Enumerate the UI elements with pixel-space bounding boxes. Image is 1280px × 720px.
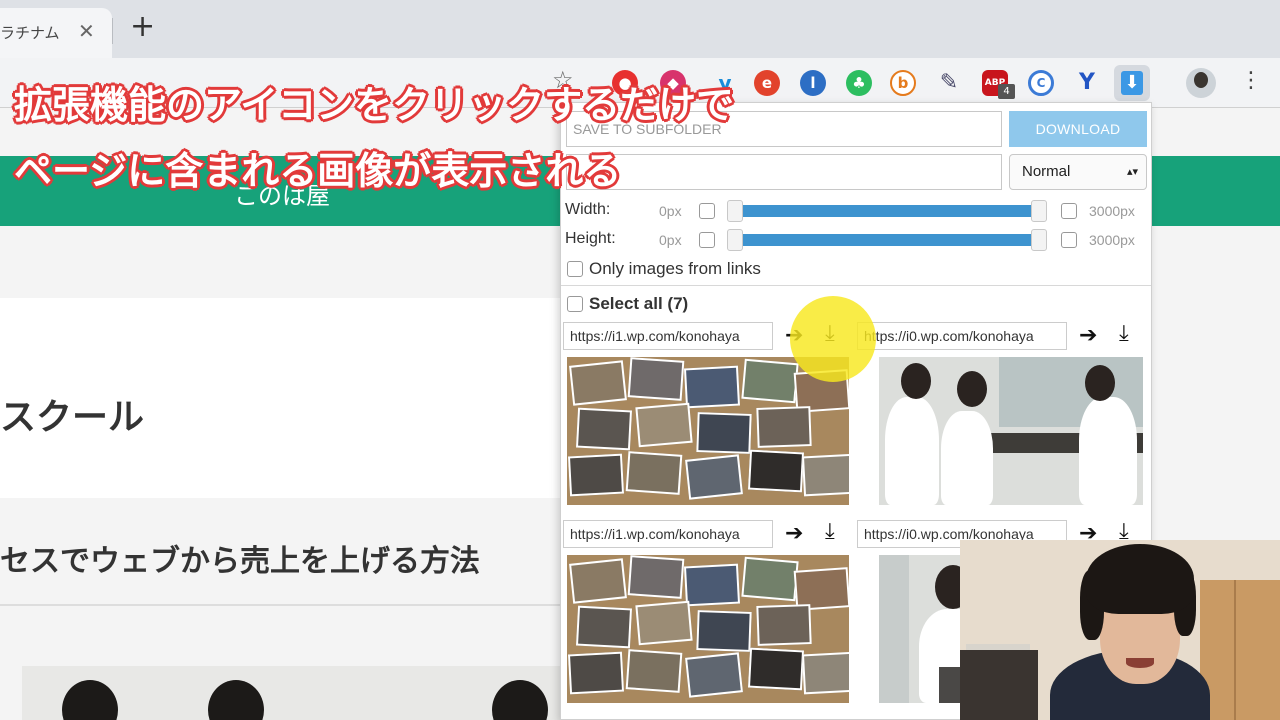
filter-input[interactable] bbox=[566, 154, 1002, 190]
image-thumbnail[interactable] bbox=[567, 357, 849, 505]
height-max-handle[interactable] bbox=[1031, 229, 1047, 251]
image-url-field[interactable]: https://i0.wp.com/konohaya bbox=[857, 322, 1067, 350]
height-label: Height: bbox=[565, 230, 616, 247]
avatar bbox=[1194, 72, 1208, 88]
width-max-handle[interactable] bbox=[1031, 200, 1047, 222]
c-extension-icon[interactable]: C bbox=[1028, 70, 1054, 96]
filter-mode-select[interactable]: Normal ▴▾ bbox=[1009, 154, 1147, 190]
profile-avatar[interactable] bbox=[1186, 68, 1216, 98]
divider bbox=[561, 285, 1151, 286]
article-title[interactable]: セスでウェブから売上を上げる方法 bbox=[0, 536, 480, 580]
content-card[interactable]: スクール bbox=[0, 298, 600, 498]
evernote-icon[interactable]: ♣ bbox=[846, 70, 872, 96]
only-links-label[interactable]: Only images from links bbox=[589, 259, 761, 279]
height-min-value: 0px bbox=[659, 232, 682, 248]
open-image-icon[interactable]: ➔ bbox=[785, 523, 803, 545]
webcam-person-hair bbox=[1086, 544, 1194, 614]
cursor-highlight bbox=[790, 296, 876, 382]
v-extension-icon[interactable]: Y bbox=[1074, 70, 1100, 96]
divider bbox=[0, 604, 600, 606]
browser-tab[interactable]: ラチナム ✕ bbox=[0, 8, 112, 58]
width-min-handle[interactable] bbox=[727, 200, 743, 222]
article-photo[interactable] bbox=[22, 666, 562, 720]
webcam-shelf bbox=[960, 650, 1038, 720]
browser-menu-icon[interactable]: ⋮ bbox=[1240, 68, 1262, 93]
height-max-checkbox[interactable] bbox=[1061, 232, 1077, 248]
e-extension-icon[interactable]: e bbox=[754, 70, 780, 96]
width-slider-track[interactable] bbox=[741, 205, 1033, 217]
download-image-icon[interactable]: ⤓ bbox=[1119, 323, 1129, 345]
b-extension-icon[interactable]: b bbox=[890, 70, 916, 96]
image-url-field[interactable]: https://i1.wp.com/konohaya bbox=[563, 322, 773, 350]
tab-separator bbox=[112, 18, 113, 44]
caption-line-1: 拡張機能のアイコンをクリックするだけで bbox=[14, 83, 735, 127]
tab-strip: ラチナム ✕ + bbox=[0, 0, 1280, 58]
height-min-handle[interactable] bbox=[727, 229, 743, 251]
select-all-checkbox[interactable] bbox=[567, 296, 583, 312]
photo-person bbox=[208, 680, 264, 720]
select-caret-icon: ▴▾ bbox=[1126, 166, 1138, 178]
image-thumbnail[interactable] bbox=[879, 357, 1143, 505]
tab-title: ラチナム bbox=[0, 24, 60, 42]
webcam-cabinet-edge bbox=[1234, 580, 1236, 720]
l-extension-icon[interactable]: l bbox=[800, 70, 826, 96]
webcam-person-mouth bbox=[1126, 658, 1154, 668]
width-max-value: 3000px bbox=[1089, 203, 1135, 219]
close-tab-icon[interactable]: ✕ bbox=[78, 19, 95, 43]
webcam-cabinet bbox=[1200, 580, 1280, 720]
download-button[interactable]: DOWNLOAD bbox=[1009, 111, 1147, 147]
select-all-label[interactable]: Select all (7) bbox=[589, 294, 688, 314]
image-downloader-extension-button[interactable]: ⬇ bbox=[1114, 65, 1150, 101]
height-slider-track[interactable] bbox=[741, 234, 1033, 246]
image-thumbnail[interactable] bbox=[567, 555, 849, 703]
webcam-overlay bbox=[960, 540, 1280, 720]
height-min-checkbox[interactable] bbox=[699, 232, 715, 248]
new-tab-icon[interactable]: + bbox=[130, 12, 155, 42]
height-max-value: 3000px bbox=[1089, 232, 1135, 248]
width-min-checkbox[interactable] bbox=[699, 203, 715, 219]
open-image-icon[interactable]: ➔ bbox=[1079, 325, 1097, 347]
filter-mode-value: Normal bbox=[1022, 163, 1071, 180]
download-image-icon[interactable]: ⤓ bbox=[825, 521, 835, 543]
caption-line-2: ページに含まれる画像が表示される bbox=[14, 149, 622, 193]
color-picker-icon[interactable]: ✎ bbox=[936, 70, 962, 96]
card-title[interactable]: スクール bbox=[0, 388, 144, 440]
photo-person bbox=[492, 680, 548, 720]
width-min-value: 0px bbox=[659, 203, 682, 219]
download-icon: ⬇ bbox=[1121, 71, 1143, 95]
image-url-field[interactable]: https://i1.wp.com/konohaya bbox=[563, 520, 773, 548]
only-links-checkbox[interactable] bbox=[567, 261, 583, 277]
width-label: Width: bbox=[565, 201, 611, 218]
photo-person bbox=[62, 680, 118, 720]
adblock-badge: 4 bbox=[998, 84, 1015, 99]
width-max-checkbox[interactable] bbox=[1061, 203, 1077, 219]
